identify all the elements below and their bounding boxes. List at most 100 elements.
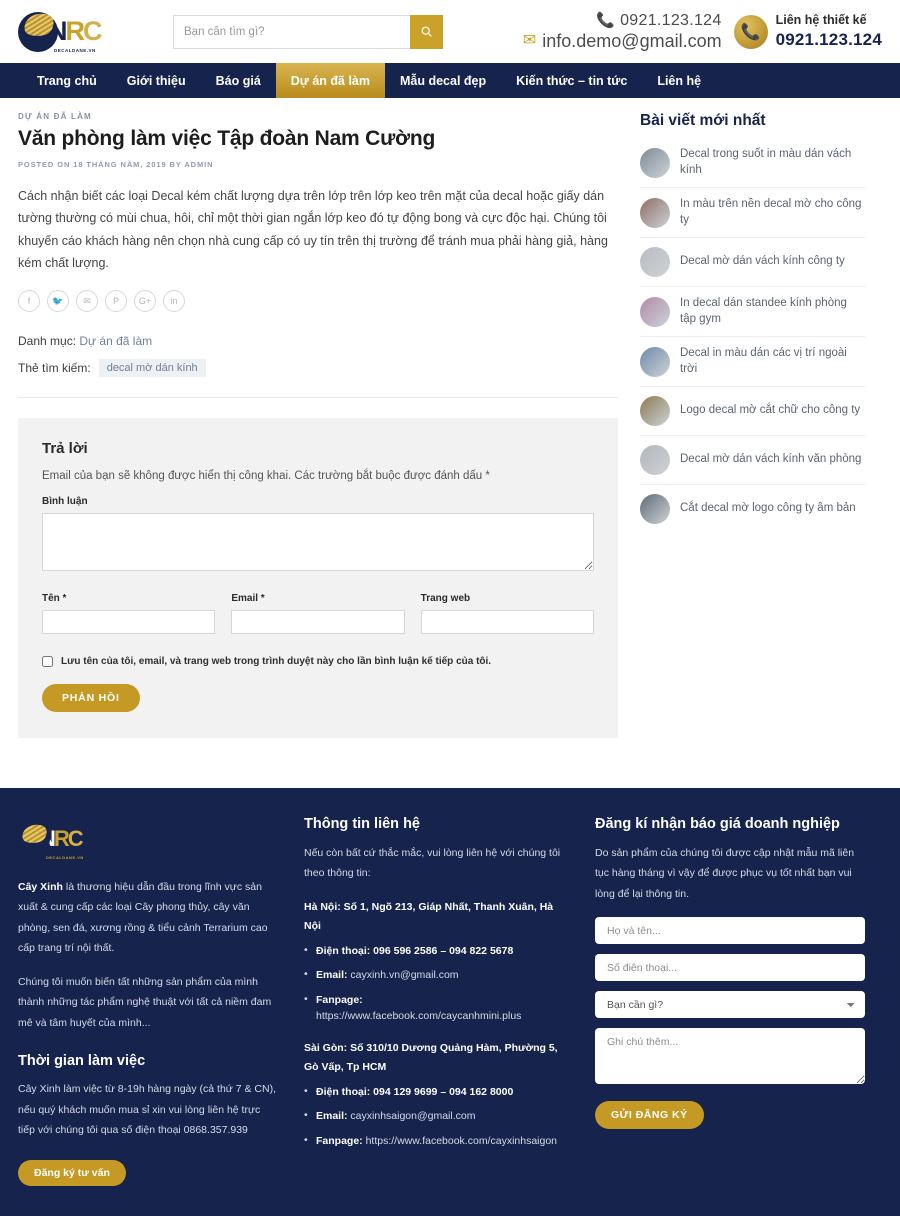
list-item[interactable]: Fanpage: https://www.facebook.com/caycan… [304, 992, 569, 1025]
list-item[interactable]: Điện thoại: 094 129 9699 – 094 162 8000 [304, 1084, 569, 1101]
search-input[interactable] [173, 14, 410, 49]
quote-name-input[interactable] [595, 917, 865, 945]
email-input[interactable] [231, 610, 405, 634]
footer-about-text-2: Chúng tôi muốn biến tất những sản phẩm c… [18, 975, 272, 1029]
post-tags-row: Thẻ tìm kiếm: decal mờ dán kính [18, 359, 618, 377]
search-icon [421, 26, 432, 37]
contact-value: https://www.facebook.com/caycanhmini.plu… [316, 1009, 522, 1022]
sidebar: Bài viết mới nhất Decal trong suốt in mà… [640, 112, 865, 738]
list-item[interactable]: Email: cayxinhsaigon@gmail.com [304, 1108, 569, 1125]
recent-post-link[interactable]: Decal mờ dán vách kính công ty [680, 254, 845, 270]
phone-ring-icon: 📞 [596, 12, 616, 29]
list-item[interactable]: Fanpage: https://www.facebook.com/cayxin… [304, 1133, 569, 1150]
save-info-checkbox[interactable] [42, 656, 53, 667]
recent-post-link[interactable]: Logo decal mờ cắt chữ cho công ty [680, 403, 860, 419]
nav-item-3[interactable]: Dự án đã làm [275, 63, 385, 98]
header-contact-text: 📞 0921.123.124 ✉ info.demo@gmail.com [523, 12, 722, 52]
footer-logo-subtitle: DECALDANE.VN [46, 855, 84, 860]
contact-label: Điện thoại: [316, 1085, 371, 1098]
nav-item-1[interactable]: Giới thiệu [112, 63, 201, 98]
logo-swirl-icon [18, 11, 58, 52]
hanoi-contact-list: Điện thoại: 096 596 2586 – 094 822 5678 E… [304, 943, 569, 1025]
header-email: info.demo@gmail.com [542, 30, 722, 51]
footer-logo-letter-c: C [67, 826, 84, 851]
quote-note-textarea[interactable] [595, 1028, 865, 1085]
recent-post-link[interactable]: Decal trong suốt in màu dán vách kính [680, 147, 865, 178]
website-input[interactable] [420, 610, 594, 634]
list-item[interactable]: Decal mờ dán vách kính văn phòng [640, 436, 865, 486]
footer-logo[interactable]: NRC DECALDANE.VN [18, 816, 136, 862]
name-field-label: Tên * [42, 593, 67, 604]
list-item[interactable]: Điện thoại: 096 596 2586 – 094 822 5678 [304, 943, 569, 960]
recent-posts-list: Decal trong suốt in màu dán vách kính In… [640, 138, 865, 533]
site-logo[interactable]: NRC DECALDANE.VN [18, 9, 136, 55]
contact-label: Điện thoại: [316, 944, 371, 957]
header-cta-phone: 0921.123.124 [775, 29, 882, 49]
header-cta-text: Liên hệ thiết kế 0921.123.124 [776, 13, 882, 50]
footer-contact-column: Thông tin liên hệ Nếu còn bất cứ thắc mắ… [304, 816, 569, 1186]
post-category-eyebrow: DỰ ÁN ĐÃ LÀM [18, 112, 92, 121]
facebook-icon[interactable]: f [18, 290, 40, 312]
saigon-address: Sài Gòn: Số 310/10 Dương Quảng Hàm, Phườ… [304, 1041, 558, 1073]
linkedin-icon[interactable]: in [163, 290, 185, 312]
email-field-label: Email * [231, 593, 265, 604]
quote-need-select[interactable]: Bạn cần gì? [595, 991, 865, 1019]
category-link[interactable]: Dự án đã làm [79, 334, 152, 348]
recent-post-link[interactable]: Decal mờ dán vách kính văn phòng [680, 452, 861, 468]
footer-hours-text: Cây Xinh làm việc từ 8-19h hàng ngày (cả… [18, 1083, 277, 1137]
submit-comment-button[interactable]: PHẢN HỒI [42, 684, 140, 712]
list-item[interactable]: Decal trong suốt in màu dán vách kính [640, 138, 865, 189]
header-cta[interactable]: 📞 Liên hệ thiết kế 0921.123.124 [733, 13, 882, 50]
recent-post-link[interactable]: In màu trên nền decal mờ cho công ty [680, 197, 865, 228]
header-phone-row[interactable]: 📞 0921.123.124 [523, 12, 722, 30]
thumbnail-logo-cut [640, 396, 670, 427]
comment-textarea[interactable] [42, 513, 594, 571]
recent-post-link[interactable]: Cắt decal mờ logo công ty âm bản [680, 501, 856, 517]
page-title: Văn phòng làm việc Tập đoàn Nam Cường [18, 127, 436, 150]
nav-item-6[interactable]: Liên hệ [642, 63, 716, 98]
sidebar-heading: Bài viết mới nhất [640, 112, 766, 129]
social-share-bar[interactable]: f 🐦 ✉ P G+ in [18, 290, 618, 312]
page-content: DỰ ÁN ĐÃ LÀM Văn phòng làm việc Tập đoàn… [0, 98, 900, 738]
header-email-row[interactable]: ✉ info.demo@gmail.com [523, 31, 722, 52]
phone-circle-icon: 📞 [733, 14, 768, 49]
email-icon[interactable]: ✉ [76, 290, 98, 312]
hanoi-address: Hà Nội: Số 1, Ngõ 213, Giáp Nhất, Thanh … [304, 900, 554, 932]
main-column: DỰ ÁN ĐÃ LÀM Văn phòng làm việc Tập đoàn… [18, 112, 618, 738]
twitter-icon[interactable]: 🐦 [47, 290, 69, 312]
google-plus-icon[interactable]: G+ [134, 290, 156, 312]
logo-letter-r: R [65, 16, 85, 46]
contact-label: Email: [316, 1110, 348, 1123]
list-item[interactable]: Decal in màu dán các vị trí ngoài trời [640, 337, 865, 388]
logo-letter-c: C [83, 16, 102, 46]
main-navigation[interactable]: Trang chủ Giới thiệu Báo giá Dự án đã làm Mẫ… [0, 63, 900, 98]
list-item[interactable]: Email: cayxinh.vn@gmail.com [304, 967, 569, 984]
save-info-row[interactable]: Lưu tên của tôi, email, và trang web tro… [42, 656, 594, 667]
nav-item-0[interactable]: Trang chủ [22, 63, 112, 98]
search-form[interactable] [173, 14, 443, 49]
nav-item-2[interactable]: Báo giá [201, 63, 276, 98]
name-input[interactable] [42, 610, 216, 634]
contact-value: 094 129 9699 – 094 162 8000 [370, 1085, 514, 1098]
list-item[interactable]: Decal mờ dán vách kính công ty [640, 238, 865, 288]
list-item[interactable]: In màu trên nền decal mờ cho công ty [640, 188, 865, 239]
site-header: NRC DECALDANE.VN 📞 0921.123.124 ✉ info.d… [0, 0, 900, 63]
nav-item-4[interactable]: Mẫu decal đẹp [385, 63, 501, 98]
recent-post-link[interactable]: Decal in màu dán các vị trí ngoài trời [680, 346, 865, 377]
list-item[interactable]: In decal dán standee kính phòng tập gym [640, 287, 865, 338]
nav-item-5[interactable]: Kiến thức – tin tức [501, 63, 642, 98]
list-item[interactable]: Logo decal mờ cắt chữ cho công ty [640, 387, 865, 437]
header-phone-top: 0921.123.124 [620, 11, 722, 29]
quote-phone-input[interactable] [595, 954, 865, 982]
quote-submit-button[interactable]: GỬI ĐĂNG KÝ [595, 1101, 704, 1130]
thumbnail-frosted-glass [640, 247, 670, 278]
website-field-label: Trang web [420, 593, 471, 604]
tag-chip[interactable]: decal mờ dán kính [98, 359, 206, 377]
comment-form-notice: Email của bạn sẽ không được hiển thị côn… [42, 470, 490, 482]
list-item[interactable]: Cắt decal mờ logo công ty âm bản [640, 485, 865, 533]
pinterest-icon[interactable]: P [105, 290, 127, 312]
search-button[interactable] [410, 14, 443, 49]
recent-post-link[interactable]: In decal dán standee kính phòng tập gym [680, 296, 865, 327]
consult-register-button[interactable]: Đăng ký tư vấn [18, 1159, 126, 1186]
thumbnail-outdoor [640, 346, 670, 377]
